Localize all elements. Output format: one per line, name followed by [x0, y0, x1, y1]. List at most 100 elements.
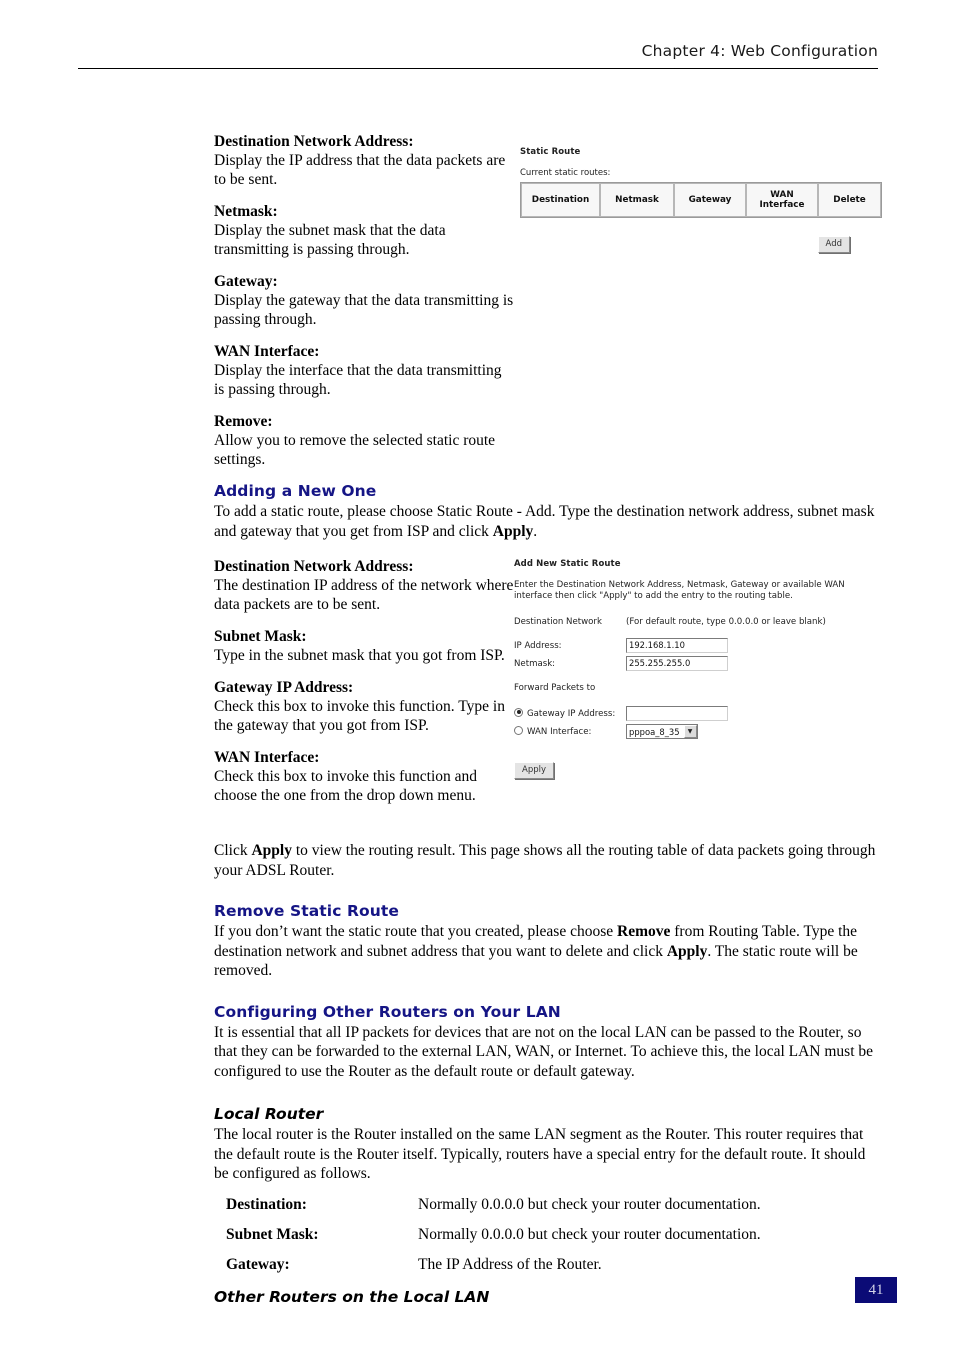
setting-value: Normally 0.0.0.0 but check your router d…: [418, 1195, 761, 1213]
remove-static-route-heading: Remove Static Route: [214, 902, 400, 920]
definition-term: Remove:: [214, 413, 273, 430]
ip-address-input[interactable]: 192.168.1.10: [626, 638, 728, 653]
netmask-row: Netmask: 255.255.255.0: [514, 656, 880, 671]
wan-interface-selected-value: pppoa_8_35: [629, 726, 680, 737]
definition-description: Display the subnet mask that the data tr…: [214, 222, 446, 258]
wan-interface-select[interactable]: pppoa_8_35 ▼: [626, 724, 698, 739]
remove-static-route-body: If you don’t want the static route that …: [214, 922, 880, 981]
setting-row: Destination: Normally 0.0.0.0 but check …: [226, 1195, 880, 1214]
local-router-heading: Local Router: [214, 1105, 324, 1123]
netmask-label: Netmask:: [514, 658, 556, 669]
apply-para-bold: Apply: [251, 842, 292, 859]
add-static-route-screenshot: Add New Static Route Enter the Destinati…: [514, 559, 880, 779]
configuring-other-routers-section: Configuring Other Routers on Your LAN It…: [214, 1003, 880, 1082]
static-route-definitions: Destination Network Address: Display the…: [214, 132, 514, 469]
setting-value: The IP Address of the Router.: [418, 1255, 602, 1273]
static-routes-table: Destination Netmask Gateway WAN Interfac…: [520, 182, 882, 218]
definition-term: Gateway:: [214, 273, 278, 290]
other-routers-heading: Other Routers on the Local LAN: [214, 1287, 490, 1306]
destination-network-note: (For default route, type 0.0.0.0 or leav…: [626, 617, 826, 627]
static-route-screenshot: Static Route Current static routes: Dest…: [520, 147, 882, 253]
adding-body-line1: To add a static route, please choose Sta…: [214, 503, 838, 520]
setting-key: Gateway:: [226, 1255, 290, 1273]
adding-a-new-one-body: To add a static route, please choose Sta…: [214, 502, 880, 541]
page-content: Destination Network Address: Display the…: [214, 132, 882, 1308]
add-route-instructions: Enter the Destination Network Address, N…: [514, 580, 880, 602]
configuring-other-routers-body: It is essential that all IP packets for …: [214, 1023, 874, 1080]
definition-term: Destination Network Address:: [214, 558, 414, 575]
wan-interface-row: WAN Interface: pppoa_8_35 ▼: [514, 724, 880, 739]
add-button[interactable]: Add: [817, 236, 850, 253]
setting-key: Subnet Mask:: [226, 1225, 319, 1243]
adding-a-new-one-section: Adding a New One To add a static route, …: [214, 482, 880, 541]
add-route-definitions: Destination Network Address: The destina…: [214, 557, 514, 805]
setting-key: Destination:: [226, 1195, 307, 1213]
definition-item: Netmask: Display the subnet mask that th…: [214, 202, 514, 259]
definition-item: WAN Interface: Check this box to invoke …: [214, 748, 514, 805]
definition-term: WAN Interface:: [214, 343, 320, 360]
chevron-down-icon[interactable]: ▼: [683, 725, 697, 738]
remove-bold-2: Apply: [666, 942, 708, 960]
column-header-delete: Delete: [818, 183, 881, 217]
definition-term: Gateway IP Address:: [214, 679, 354, 696]
definition-description: Check this box to invoke this function a…: [214, 768, 478, 804]
apply-emphasis: Apply: [492, 522, 534, 540]
gateway-ip-label: Gateway IP Address:: [527, 708, 616, 719]
definition-description: Type in the subnet mask that you got fro…: [214, 647, 505, 664]
ip-address-label: IP Address:: [514, 640, 562, 651]
add-new-route-section: Destination Network Address: The destina…: [214, 557, 880, 805]
column-header-netmask: Netmask: [600, 183, 674, 217]
definition-description: Display the gateway that the data transm…: [214, 292, 514, 328]
definition-description: Display the IP address that the data pac…: [214, 152, 506, 188]
add-route-panel-title: Add New Static Route: [514, 559, 621, 569]
instructions-line-2: interface then click "Apply" to add the …: [514, 591, 793, 601]
static-route-panel-title: Static Route: [520, 147, 581, 157]
current-static-routes-label: Current static routes:: [520, 168, 611, 178]
adding-a-new-one-heading: Adding a New One: [214, 482, 377, 500]
remove-bold-1: Remove: [617, 923, 671, 940]
gateway-ip-row: Gateway IP Address:: [514, 706, 880, 721]
definition-item: Gateway: Display the gateway that the da…: [214, 272, 514, 329]
definition-term: Destination Network Address:: [214, 133, 414, 150]
definition-item: Destination Network Address: The destina…: [214, 557, 514, 614]
definition-description: Display the interface that the data tran…: [214, 362, 502, 398]
remove-seg-1: If you don’t want the static route that …: [214, 923, 618, 940]
definition-description: Check this box to invoke this function. …: [214, 698, 505, 734]
setting-value: Normally 0.0.0.0 but check your router d…: [418, 1225, 761, 1243]
definition-term: WAN Interface:: [214, 749, 320, 766]
definition-term: Netmask:: [214, 203, 278, 220]
adding-body-line2-post: .: [533, 522, 538, 540]
forward-packets-label: Forward Packets to: [514, 683, 596, 693]
radio-selected-icon[interactable]: [514, 707, 523, 717]
destination-network-row: Destination Network (For default route, …: [514, 616, 880, 628]
gateway-ip-input[interactable]: [626, 706, 728, 721]
definition-item: Gateway IP Address: Check this box to in…: [214, 678, 514, 735]
local-router-body: The local router is the Router installed…: [214, 1126, 866, 1182]
definition-term: Subnet Mask:: [214, 628, 307, 645]
setting-row: Subnet Mask: Normally 0.0.0.0 but check …: [226, 1225, 880, 1244]
apply-result-paragraph: Click Apply to view the routing result. …: [214, 841, 880, 880]
column-header-wan-interface: WAN Interface: [746, 183, 818, 217]
static-route-section: Destination Network Address: Display the…: [214, 132, 882, 469]
table-header-row: Destination Netmask Gateway WAN Interfac…: [521, 183, 881, 217]
wan-interface-label: WAN Interface:: [527, 726, 592, 737]
apply-para-pre: Click: [214, 842, 252, 859]
add-button-row: Add: [520, 231, 850, 253]
column-header-destination: Destination: [521, 183, 600, 217]
remove-static-route-section: Remove Static Route If you don’t want th…: [214, 902, 880, 981]
radio-unselected-icon[interactable]: [514, 725, 523, 735]
definition-item: Destination Network Address: Display the…: [214, 132, 514, 189]
ip-address-row: IP Address: 192.168.1.10: [514, 638, 880, 653]
page-header: Chapter 4: Web Configuration: [78, 42, 878, 60]
gateway-ip-radio-wrap[interactable]: Gateway IP Address:: [514, 707, 626, 720]
wan-interface-radio-wrap[interactable]: WAN Interface:: [514, 725, 626, 738]
setting-row: Gateway: The IP Address of the Router.: [226, 1255, 880, 1274]
apply-button[interactable]: Apply: [514, 762, 554, 779]
column-header-gateway: Gateway: [674, 183, 746, 217]
header-divider: [78, 68, 878, 69]
configuring-other-routers-heading: Configuring Other Routers on Your LAN: [214, 1002, 561, 1021]
definition-item: Remove: Allow you to remove the selected…: [214, 412, 514, 469]
instructions-line-1: Enter the Destination Network Address, N…: [514, 580, 845, 590]
definition-description: The destination IP address of the networ…: [214, 577, 514, 613]
netmask-input[interactable]: 255.255.255.0: [626, 656, 728, 671]
